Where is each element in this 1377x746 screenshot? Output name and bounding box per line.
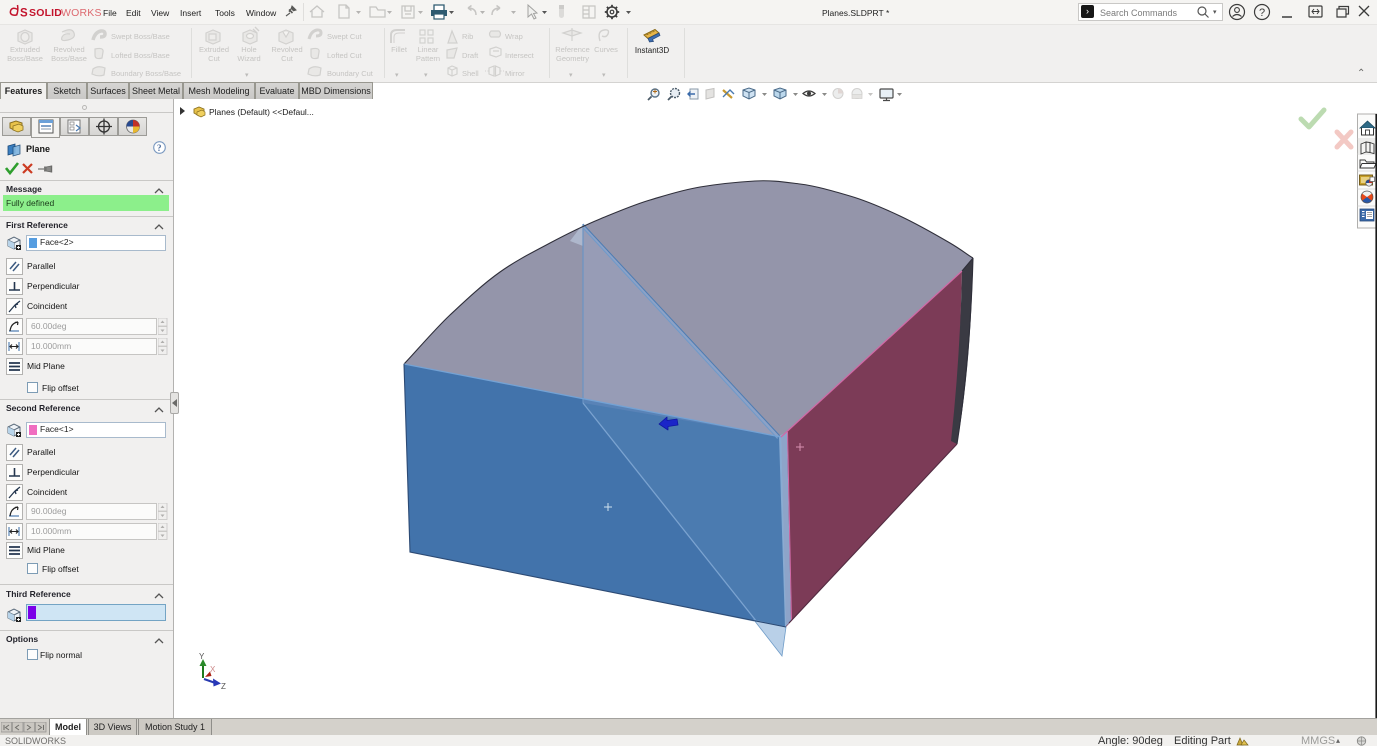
svg-text:Z: Z xyxy=(221,682,226,691)
svg-text:Y: Y xyxy=(199,652,205,661)
svg-text:X: X xyxy=(210,665,216,674)
